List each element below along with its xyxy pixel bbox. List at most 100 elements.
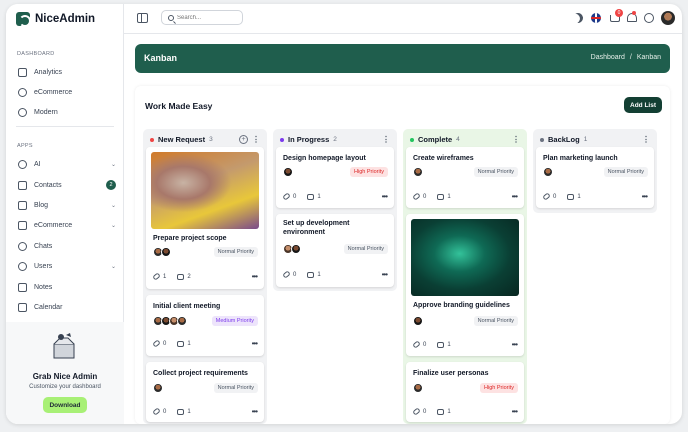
sidebar-item-analytics[interactable]: Analytics <box>18 64 116 80</box>
kanban-card[interactable]: Create wireframes Normal Priority 0 1 ••… <box>406 147 524 208</box>
card-more-icon[interactable]: ••• <box>252 339 258 348</box>
card-more-icon[interactable]: ••• <box>512 192 518 201</box>
card-more-icon[interactable]: ••• <box>512 407 518 416</box>
link-icon <box>152 339 161 348</box>
link-count: 0 <box>423 193 427 200</box>
breadcrumb-dashboard[interactable]: Dashboard <box>591 54 625 61</box>
link-icon <box>412 407 421 416</box>
user-icon <box>18 261 27 271</box>
app-window: NiceAdmin DASHBOARD Analytics eCommerce … <box>6 4 682 424</box>
sidebar-item-label: Notes <box>34 283 53 291</box>
card-more-icon[interactable]: ••• <box>382 192 388 201</box>
avatar <box>161 247 171 257</box>
kanban-card[interactable]: Plan marketing launch Normal Priority 0 … <box>536 147 654 208</box>
sidebar-item-users[interactable]: Users ⌄ <box>18 258 116 274</box>
sidebar-item-label: Modern <box>34 108 58 116</box>
card-more-icon[interactable]: ••• <box>382 270 388 279</box>
sidebar-item-label: Contacts <box>34 181 62 189</box>
flag-uk-icon[interactable] <box>591 13 601 23</box>
comment-count: 1 <box>577 193 581 200</box>
card-meta: 0 1 ••• <box>542 192 648 201</box>
sidebar-item-label: Users <box>34 262 53 270</box>
card-assignees <box>413 167 423 177</box>
link-count: 0 <box>163 408 167 415</box>
comment-count: 1 <box>447 193 451 200</box>
sidebar-item-blog[interactable]: Blog ⌄ <box>18 197 116 213</box>
card-assignees <box>283 167 293 177</box>
kanban-card[interactable]: Finalize user personas High Priority 0 1… <box>406 362 524 422</box>
card-more-icon[interactable]: ••• <box>252 407 258 416</box>
card-title: Prepare project scope <box>153 235 227 242</box>
priority-badge: Normal Priority <box>213 247 258 257</box>
sidebar-item-chats[interactable]: Chats <box>18 238 116 254</box>
more-options-icon[interactable]: ⋮ <box>512 135 524 144</box>
column-backlog: BackLog 1 ⋮ Plan marketing launch Normal… <box>533 129 657 213</box>
sidebar-item-ecommerce[interactable]: eCommerce ⌄ <box>18 217 116 233</box>
layers-icon <box>18 107 27 117</box>
link-icon <box>152 407 161 416</box>
kanban-card[interactable]: Design homepage layout High Priority 0 1… <box>276 147 394 208</box>
kanban-card[interactable]: Initial client meeting Medium Priority 0… <box>146 295 264 356</box>
add-list-button[interactable]: Add List <box>624 97 662 113</box>
sidebar-item-label: Chats <box>34 242 53 250</box>
breadcrumb-separator: / <box>629 54 632 61</box>
card-meta: 0 1 ••• <box>282 192 388 201</box>
add-card-icon[interactable]: + <box>239 135 248 144</box>
search-input[interactable] <box>177 14 237 21</box>
column-in-progress: In Progress 2 ⋮ Design homepage layout H… <box>273 129 397 291</box>
page-banner: Kanban Dashboard / Kanban <box>135 44 670 73</box>
link-count: 1 <box>163 273 167 280</box>
note-icon <box>18 282 27 292</box>
card-meta: 0 1 ••• <box>152 339 258 348</box>
card-more-icon[interactable]: ••• <box>642 192 648 201</box>
status-dot <box>150 137 154 142</box>
link-count: 0 <box>163 340 167 347</box>
kanban-card[interactable]: Approve branding guidelines Normal Prior… <box>406 214 524 356</box>
card-cover-image <box>151 152 259 229</box>
card-title: Finalize user personas <box>413 370 489 377</box>
sidebar-item-contacts[interactable]: Contacts 2 <box>18 177 116 193</box>
sidebar-item-notes[interactable]: Notes <box>18 279 116 295</box>
apps-icon[interactable] <box>644 13 654 23</box>
card-meta: 0 1 ••• <box>152 407 258 416</box>
comment-icon <box>437 408 445 415</box>
card-more-icon[interactable]: ••• <box>252 272 258 281</box>
comment-icon <box>567 193 575 200</box>
sidebar-item-modern[interactable]: Modern <box>18 104 116 120</box>
brand[interactable]: NiceAdmin <box>16 12 95 27</box>
search-box[interactable] <box>161 10 243 25</box>
gift-box-icon <box>53 333 75 359</box>
sidebar-item-ai[interactable]: AI ⌄ <box>18 156 116 172</box>
moon-icon[interactable] <box>571 11 585 25</box>
card-meta: 0 1 ••• <box>412 192 518 201</box>
comment-icon <box>307 271 315 278</box>
search-icon <box>168 14 174 21</box>
kanban-card[interactable]: Collect project requirements Normal Prio… <box>146 362 264 422</box>
brand-logo-icon <box>16 12 31 27</box>
avatar[interactable] <box>661 11 675 25</box>
card-more-icon[interactable]: ••• <box>512 340 518 349</box>
promo-title: Grab Nice Admin <box>32 372 98 381</box>
chevron-down-icon: ⌄ <box>110 202 116 209</box>
priority-badge: High Priority <box>350 167 388 177</box>
more-options-icon[interactable]: ⋮ <box>382 135 394 144</box>
more-options-icon[interactable]: ⋮ <box>252 135 264 144</box>
comment-icon <box>437 341 445 348</box>
card-title: Plan marketing launch <box>543 155 618 162</box>
kanban-card[interactable]: Set up development environment Normal Pr… <box>276 214 394 287</box>
chevron-down-icon: ⌄ <box>110 263 116 270</box>
column-title: In Progress <box>288 135 330 144</box>
link-icon <box>282 192 291 201</box>
more-options-icon[interactable]: ⋮ <box>642 135 654 144</box>
card-assignees <box>153 316 187 326</box>
sidebar-toggle-icon[interactable] <box>137 13 148 23</box>
comment-icon <box>307 193 315 200</box>
download-button[interactable]: Download <box>43 397 87 413</box>
chart-icon <box>18 67 27 77</box>
kanban-card[interactable]: Prepare project scope Normal Priority 1 … <box>146 147 264 289</box>
sidebar-item-ecommerce-dashboard[interactable]: eCommerce <box>18 84 116 100</box>
link-icon <box>412 192 421 201</box>
contacts-icon <box>18 180 27 190</box>
sidebar-item-calendar[interactable]: Calendar <box>18 299 116 315</box>
status-dot <box>540 137 544 142</box>
